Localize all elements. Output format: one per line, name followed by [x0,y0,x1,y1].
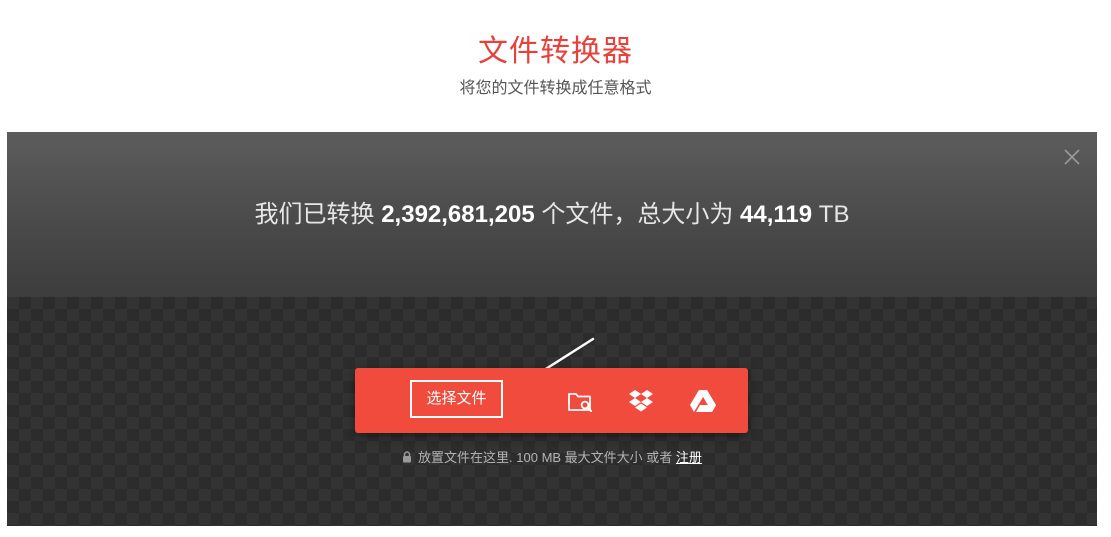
register-link[interactable]: 注册 [676,450,702,465]
stats-total-size: 44,119 [740,201,813,228]
conversion-stats: 我们已转换 2,392,681,205 个文件，总大小为 44,119 TB [7,200,1097,230]
upload-note: 放置文件在这里. 100 MB 最大文件大小 或者 注册 [7,449,1097,468]
converter-panel: 我们已转换 2,392,681,205 个文件，总大小为 44,119 TB 选… [7,132,1097,526]
page-title: 文件转换器 [478,35,633,68]
stats-prefix: 我们已转换 [254,201,375,228]
stats-unit: TB [818,201,850,228]
lock-icon [402,450,412,468]
folder-search-icon[interactable] [565,386,595,416]
upload-toolbar: 选择文件 [355,368,748,433]
close-icon[interactable] [1063,148,1081,166]
stats-middle: 个文件，总大小为 [541,201,734,228]
page-header: 文件转换器 将您的文件转换成任意格式 [0,0,1111,132]
choose-file-button[interactable]: 选择文件 [410,380,503,418]
google-drive-icon[interactable] [688,386,718,416]
page-subtitle: 将您的文件转换成任意格式 [459,80,652,97]
dropbox-icon[interactable] [626,386,656,416]
upload-note-text: 放置文件在这里. 100 MB 最大文件大小 或者 [418,450,673,465]
stats-banner: 我们已转换 2,392,681,205 个文件，总大小为 44,119 TB [7,132,1097,297]
stats-file-count: 2,392,681,205 [381,201,535,228]
